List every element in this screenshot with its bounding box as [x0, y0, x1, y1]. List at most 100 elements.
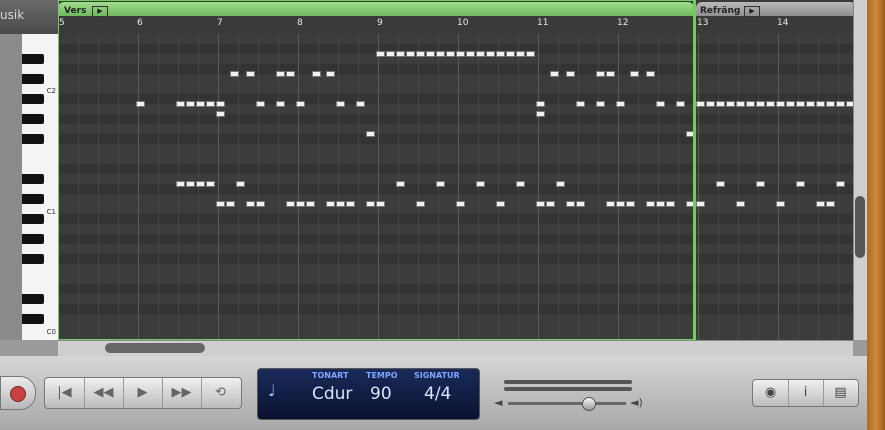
- midi-note[interactable]: [376, 51, 385, 57]
- midi-note[interactable]: [726, 101, 735, 107]
- midi-note[interactable]: [312, 71, 321, 77]
- midi-note[interactable]: [456, 201, 465, 207]
- midi-note[interactable]: [436, 51, 445, 57]
- midi-note[interactable]: [566, 71, 575, 77]
- midi-note[interactable]: [246, 71, 255, 77]
- midi-note[interactable]: [396, 181, 405, 187]
- black-key[interactable]: [22, 134, 44, 144]
- midi-note[interactable]: [216, 111, 225, 117]
- midi-note[interactable]: [286, 71, 295, 77]
- midi-note[interactable]: [336, 101, 345, 107]
- vertical-scroll-thumb[interactable]: [855, 196, 865, 258]
- black-key[interactable]: [22, 74, 44, 84]
- midi-note[interactable]: [786, 101, 795, 107]
- midi-note[interactable]: [756, 101, 765, 107]
- midi-note[interactable]: [606, 201, 615, 207]
- midi-note[interactable]: [536, 201, 545, 207]
- midi-note[interactable]: [656, 201, 665, 207]
- midi-note[interactable]: [396, 51, 405, 57]
- midi-note[interactable]: [176, 181, 185, 187]
- midi-note[interactable]: [806, 101, 815, 107]
- midi-note[interactable]: [256, 201, 265, 207]
- midi-note[interactable]: [276, 101, 285, 107]
- signatur-value[interactable]: 4/4: [424, 384, 451, 404]
- midi-note[interactable]: [366, 131, 375, 137]
- midi-note[interactable]: [656, 101, 665, 107]
- midi-note[interactable]: [256, 101, 265, 107]
- midi-note[interactable]: [366, 201, 375, 207]
- midi-note[interactable]: [576, 101, 585, 107]
- midi-note[interactable]: [216, 101, 225, 107]
- midi-note[interactable]: [846, 101, 853, 107]
- midi-note[interactable]: [296, 101, 305, 107]
- midi-note[interactable]: [566, 201, 575, 207]
- metronome-icon[interactable]: ♩: [268, 381, 276, 400]
- midi-note[interactable]: [736, 101, 745, 107]
- midi-note[interactable]: [776, 201, 785, 207]
- midi-note[interactable]: [230, 71, 239, 77]
- midi-note[interactable]: [556, 181, 565, 187]
- black-key[interactable]: [22, 234, 44, 244]
- fast-forward-button[interactable]: ▶▶: [162, 378, 202, 408]
- midi-note[interactable]: [516, 181, 525, 187]
- midi-note[interactable]: [576, 201, 585, 207]
- horizontal-scroll-thumb[interactable]: [105, 343, 205, 353]
- midi-note[interactable]: [326, 71, 335, 77]
- midi-note[interactable]: [836, 181, 845, 187]
- midi-note[interactable]: [136, 101, 145, 107]
- midi-note[interactable]: [716, 101, 725, 107]
- midi-note[interactable]: [376, 201, 385, 207]
- midi-note[interactable]: [826, 201, 835, 207]
- region-refrang-play-icon[interactable]: ▶: [744, 6, 760, 17]
- black-key[interactable]: [22, 294, 44, 304]
- midi-note[interactable]: [426, 51, 435, 57]
- midi-note[interactable]: [206, 181, 215, 187]
- volume-slider-knob[interactable]: [582, 397, 596, 411]
- midi-note[interactable]: [826, 101, 835, 107]
- midi-note[interactable]: [596, 101, 605, 107]
- timeline-ruler[interactable]: Vers ▶ Refräng ▶ 5 6 7 8 9 10 11 12 13 1…: [58, 0, 853, 34]
- lcd-display[interactable]: ♩ TONART Cdur TEMPO 90 SIGNATUR 4/4: [257, 368, 480, 420]
- midi-note[interactable]: [796, 181, 805, 187]
- midi-note[interactable]: [536, 111, 545, 117]
- info-icon[interactable]: i: [788, 380, 824, 406]
- media-browser-icon[interactable]: ▤: [823, 380, 858, 406]
- midi-note[interactable]: [346, 201, 355, 207]
- vertical-scrollbar[interactable]: [853, 0, 868, 340]
- midi-note[interactable]: [456, 51, 465, 57]
- midi-note[interactable]: [326, 201, 335, 207]
- cycle-button[interactable]: ⟲: [201, 378, 240, 408]
- midi-note[interactable]: [386, 51, 395, 57]
- midi-note[interactable]: [496, 201, 505, 207]
- midi-note[interactable]: [646, 201, 655, 207]
- tonart-value[interactable]: Cdur: [312, 384, 352, 404]
- midi-note[interactable]: [506, 51, 515, 57]
- midi-note[interactable]: [676, 101, 685, 107]
- region-boundary[interactable]: [694, 0, 696, 340]
- midi-note[interactable]: [546, 201, 555, 207]
- tempo-value[interactable]: 90: [370, 384, 392, 404]
- black-key[interactable]: [22, 94, 44, 104]
- midi-note[interactable]: [706, 101, 715, 107]
- midi-note[interactable]: [616, 201, 625, 207]
- midi-note[interactable]: [216, 201, 225, 207]
- midi-note[interactable]: [596, 71, 605, 77]
- midi-note[interactable]: [336, 201, 345, 207]
- black-key[interactable]: [22, 214, 44, 224]
- midi-note[interactable]: [356, 101, 365, 107]
- midi-note[interactable]: [416, 51, 425, 57]
- midi-note[interactable]: [226, 201, 235, 207]
- midi-note[interactable]: [196, 101, 205, 107]
- black-key[interactable]: [22, 254, 44, 264]
- midi-note[interactable]: [276, 71, 285, 77]
- midi-note[interactable]: [196, 181, 205, 187]
- midi-note[interactable]: [246, 201, 255, 207]
- midi-note[interactable]: [486, 51, 495, 57]
- midi-note[interactable]: [236, 181, 245, 187]
- midi-note[interactable]: [406, 51, 415, 57]
- midi-note[interactable]: [186, 101, 195, 107]
- midi-note[interactable]: [496, 51, 505, 57]
- midi-note[interactable]: [666, 201, 675, 207]
- midi-note[interactable]: [476, 181, 485, 187]
- region-vers[interactable]: Vers ▶: [58, 2, 694, 17]
